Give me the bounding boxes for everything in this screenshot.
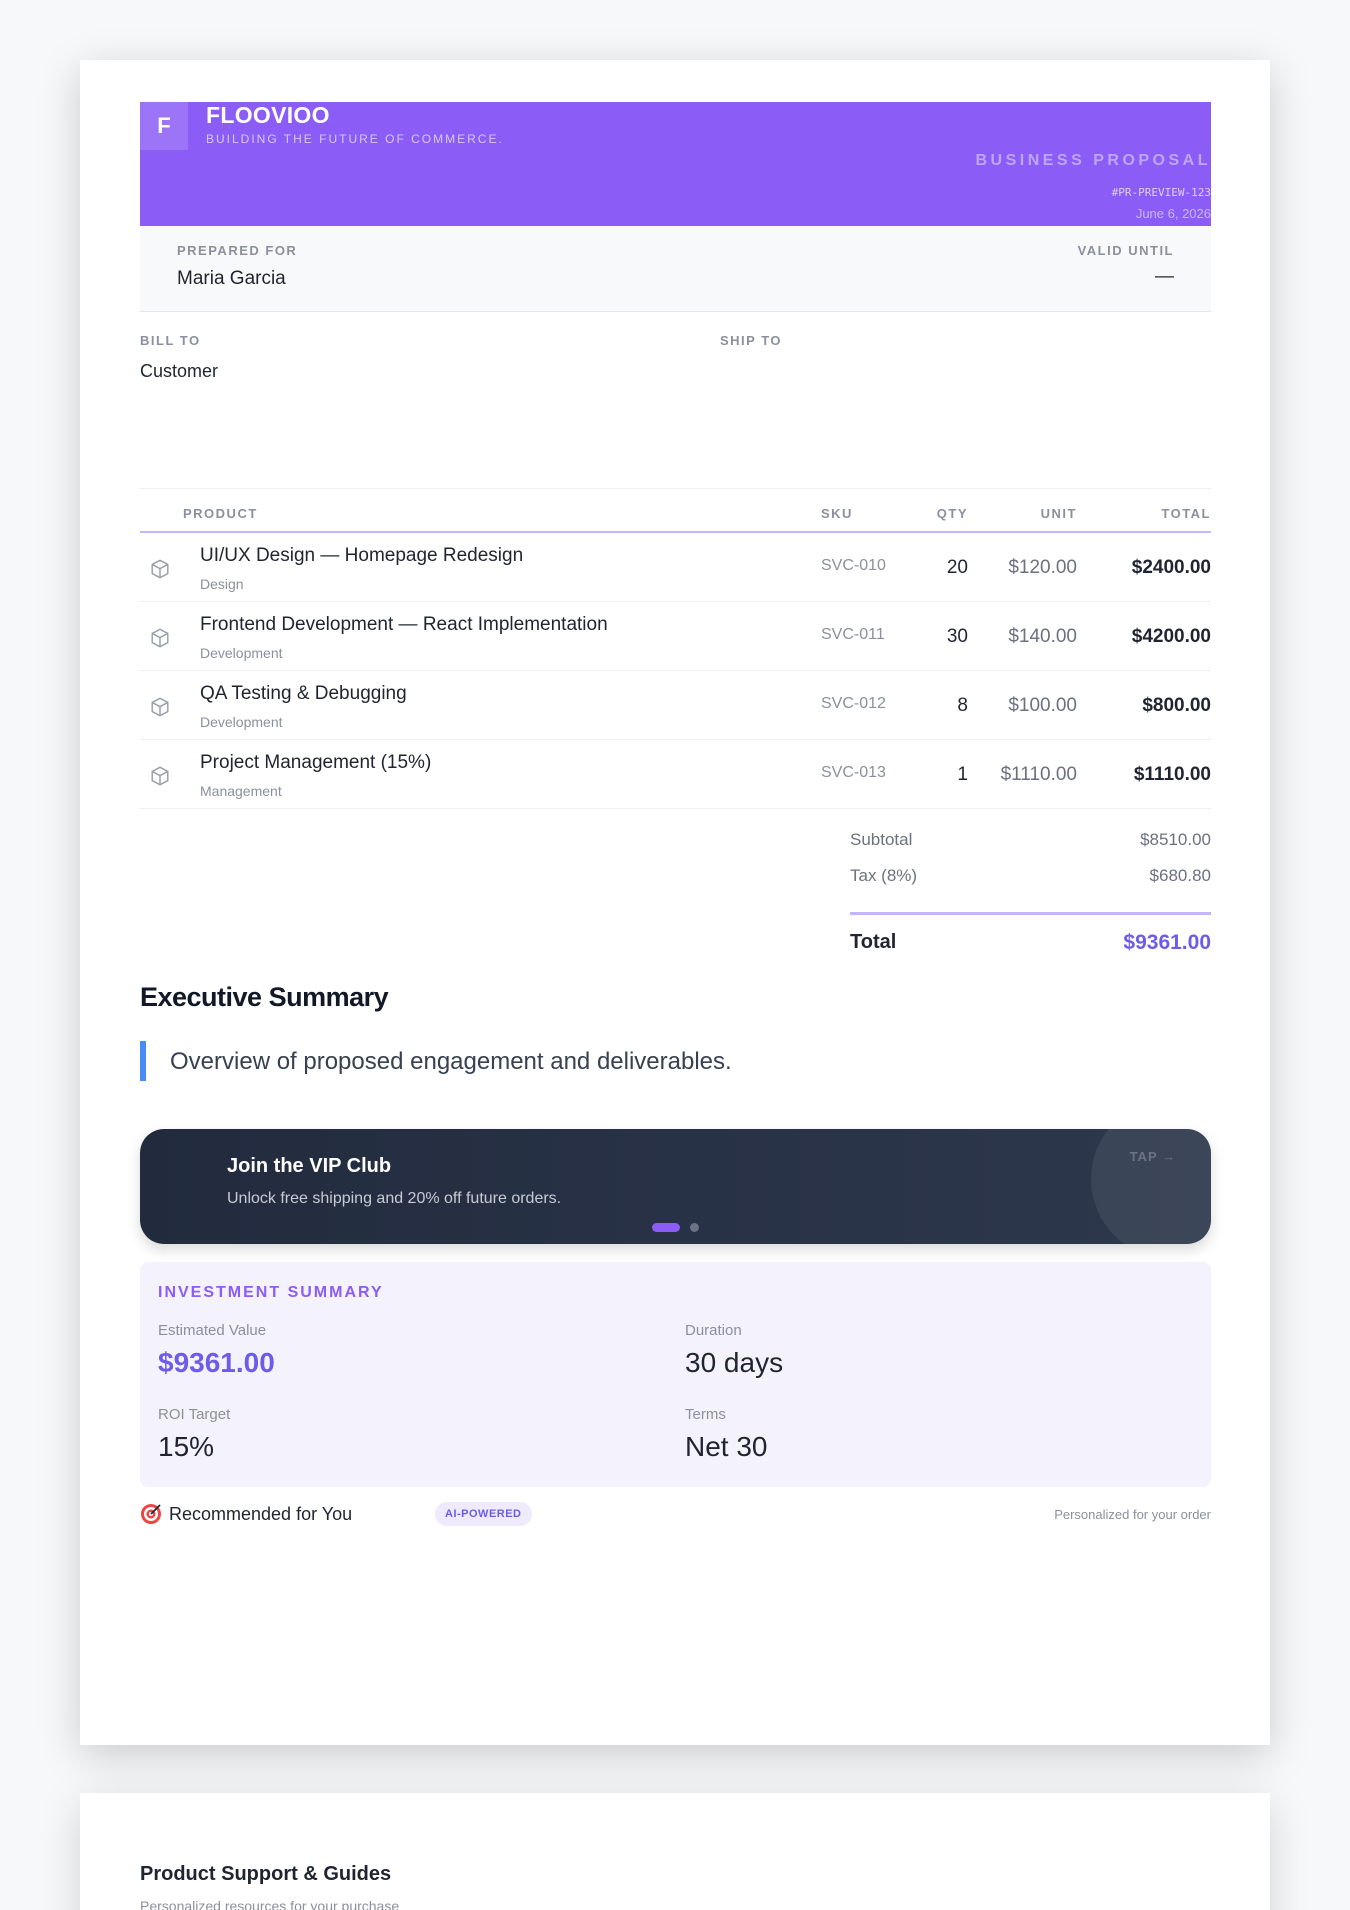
roi-target-value: 15% — [158, 1431, 215, 1462]
ship-to-label: SHIP TO — [720, 333, 783, 348]
subtotal-row: Subtotal $8510.00 — [850, 830, 1211, 866]
product-unit-price: $100.00 — [1008, 695, 1077, 716]
roi-target-label: ROI Target — [158, 1406, 231, 1423]
vip-decor-circle — [1091, 1129, 1211, 1244]
investment-terms: Terms Net 30 — [685, 1406, 768, 1463]
estimated-value-label: Estimated Value — [158, 1322, 267, 1339]
total-value: $9361.00 — [1123, 931, 1211, 954]
table-row: Frontend Development — React Implementat… — [140, 602, 1211, 671]
cube-icon — [146, 624, 174, 652]
total-label: Total — [850, 931, 897, 953]
proposal-page: F FLOOVIOO BUILDING THE FUTURE OF COMMER… — [80, 60, 1270, 1745]
product-name: QA Testing & Debugging — [200, 683, 407, 704]
product-category: Design — [200, 576, 244, 592]
terms-label: Terms — [685, 1406, 726, 1423]
table-row: UI/UX Design — Homepage Redesign Design SV… — [140, 533, 1211, 602]
product-category: Development — [200, 645, 283, 661]
product-category: Management — [200, 783, 282, 799]
investment-summary-title: INVESTMENT SUMMARY — [158, 1284, 384, 1301]
product-category: Development — [200, 714, 283, 730]
document-type: BUSINESS PROPOSAL — [975, 152, 1211, 169]
product-qty: 1 — [957, 764, 968, 785]
table-row: QA Testing & Debugging Development SVC-012… — [140, 671, 1211, 740]
subtotal-value: $8510.00 — [1140, 830, 1211, 849]
prepared-for-value: Maria Garcia — [177, 268, 286, 289]
vip-tap-button[interactable]: TAP → — [1130, 1149, 1176, 1164]
investment-summary: INVESTMENT SUMMARY Estimated Value $9361… — [140, 1262, 1211, 1487]
ai-powered-badge: AI-POWERED — [435, 1502, 532, 1526]
recommended-header: Recommended for You AI-POWERED Personali… — [140, 1502, 1211, 1528]
target-icon — [141, 1504, 161, 1524]
investment-duration: Duration 30 days — [685, 1322, 783, 1379]
product-qty: 30 — [946, 626, 968, 647]
product-unit-price: $120.00 — [1008, 557, 1077, 578]
carousel-dot-active[interactable] — [652, 1223, 680, 1232]
prepared-for-label: PREPARED FOR — [177, 243, 298, 258]
terms-value: Net 30 — [685, 1431, 768, 1462]
header-total: TOTAL — [1161, 506, 1211, 521]
product-name: Project Management (15%) — [200, 752, 432, 773]
support-subtitle: Personalized resources for your purchase — [140, 1898, 400, 1910]
bill-to-value: Customer — [140, 361, 219, 381]
product-sku: SVC-012 — [821, 695, 886, 712]
vip-title: Join the VIP Club — [227, 1155, 392, 1177]
product-sku: SVC-010 — [821, 557, 886, 574]
summary-quote-text: Overview of proposed engagement and deli… — [170, 1048, 732, 1075]
product-sku: SVC-011 — [821, 626, 885, 643]
vip-club-banner[interactable]: Join the VIP Club Unlock free shipping a… — [140, 1129, 1211, 1244]
bill-to-label: BILL TO — [140, 333, 201, 348]
duration-value: 30 days — [685, 1347, 784, 1378]
carousel-dot[interactable] — [690, 1223, 699, 1232]
product-unit-price: $1110.00 — [1000, 764, 1077, 785]
brand-logo: F — [140, 102, 188, 150]
investment-estimated-value: Estimated Value $9361.00 — [158, 1322, 275, 1379]
product-name: Frontend Development — React Implementat… — [200, 614, 608, 635]
document-number: #PR-PREVIEW-123 — [1111, 186, 1211, 199]
cube-icon — [146, 693, 174, 721]
line-items-table: PRODUCT SKU QTY UNIT TOTAL UI/UX Design … — [140, 488, 1211, 809]
duration-label: Duration — [685, 1322, 742, 1339]
totals-divider — [850, 912, 1211, 915]
brand-name: FLOOVIOO — [206, 102, 330, 128]
total-row: Total $9361.00 — [850, 931, 1211, 971]
summary-quote: Overview of proposed engagement and deli… — [140, 1041, 1211, 1081]
table-row: Project Management (15%) Management SVC-01… — [140, 740, 1211, 809]
product-qty: 20 — [946, 557, 968, 578]
recommended-title: Recommended for You — [169, 1504, 353, 1524]
header-qty: QTY — [936, 506, 968, 521]
cube-icon — [146, 555, 174, 583]
header-unit: UNIT — [1040, 506, 1077, 521]
prepared-for-section: PREPARED FOR Maria Garcia VALID UNTIL — — [140, 226, 1211, 312]
table-header: PRODUCT SKU QTY UNIT TOTAL — [140, 489, 1211, 533]
product-name: UI/UX Design — Homepage Redesign — [200, 545, 524, 566]
product-line-total: $1110.00 — [1133, 764, 1211, 785]
subtotal-label: Subtotal — [850, 830, 913, 849]
header-sku: SKU — [821, 506, 853, 521]
product-qty: 8 — [957, 695, 968, 716]
tax-label: Tax (8%) — [850, 866, 918, 885]
valid-until-label: VALID UNTIL — [1077, 243, 1174, 258]
product-unit-price: $140.00 — [1008, 626, 1077, 647]
support-title: Product Support & Guides — [140, 1863, 392, 1885]
executive-summary-title: Executive Summary — [140, 982, 389, 1012]
product-sku: SVC-013 — [821, 764, 886, 781]
product-line-total: $4200.00 — [1131, 626, 1211, 647]
investment-roi-target: ROI Target 15% — [158, 1406, 230, 1463]
tax-value: $680.80 — [1149, 866, 1211, 885]
document-date: June 6, 2026 — [1135, 206, 1211, 221]
header-product: PRODUCT — [183, 506, 258, 521]
header-banner: F FLOOVIOO BUILDING THE FUTURE OF COMMER… — [140, 102, 1211, 226]
cube-icon — [146, 762, 174, 790]
tax-row: Tax (8%) $680.80 — [850, 866, 1211, 902]
totals-block: Subtotal $8510.00 Tax (8%) $680.80 Total… — [850, 830, 1211, 971]
brand-tagline: BUILDING THE FUTURE OF COMMERCE. — [206, 132, 504, 146]
estimated-value: $9361.00 — [158, 1347, 275, 1378]
personalized-note: Personalized for your order — [1054, 1507, 1211, 1522]
product-line-total: $800.00 — [1142, 695, 1211, 716]
product-line-total: $2400.00 — [1131, 557, 1211, 578]
valid-until-value: — — [1155, 266, 1174, 287]
support-page: Product Support & Guides Personalized re… — [80, 1793, 1270, 1910]
vip-subtitle: Unlock free shipping and 20% off future … — [227, 1190, 562, 1207]
